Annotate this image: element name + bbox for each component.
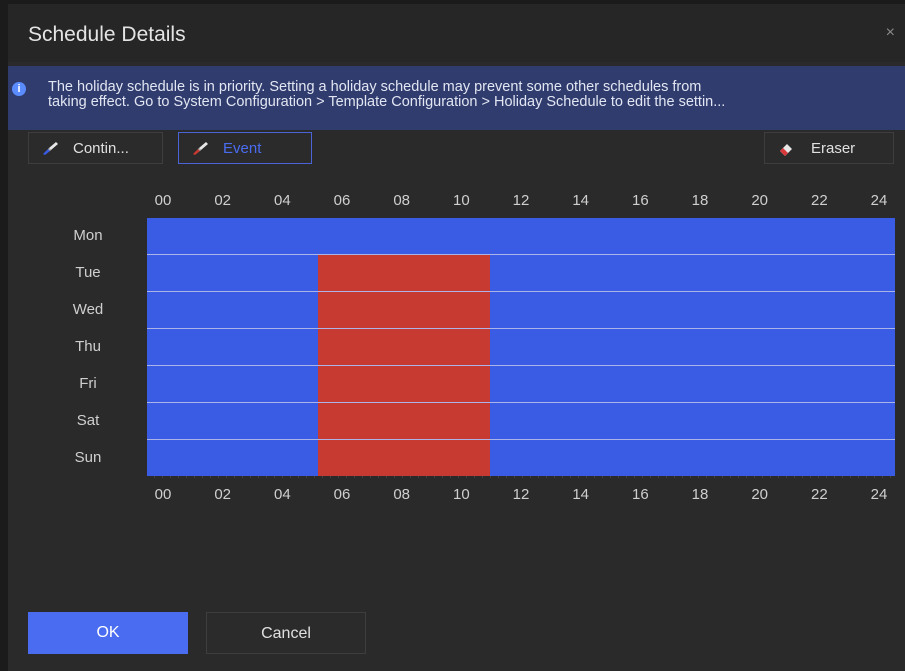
day-label-sat: Sat (76, 412, 100, 429)
banner-text-line-2: taking effect. Go to System Configuratio… (48, 94, 726, 110)
holiday-priority-banner: i The holiday schedule is in priority. S… (8, 66, 905, 130)
hour-tick-label: 24 (870, 192, 888, 209)
brush-icon (191, 140, 209, 156)
event-segment[interactable] (318, 329, 490, 365)
schedule-row-tue[interactable] (147, 255, 895, 291)
hour-tick-label: 12 (512, 192, 530, 209)
schedule-details-dialog: Schedule Details × i The holiday schedul… (8, 4, 905, 671)
hour-tick-label: 08 (393, 192, 410, 209)
hour-tick-label: 22 (810, 486, 828, 503)
hour-tick-label: 04 (273, 486, 291, 503)
close-icon[interactable]: × (886, 24, 895, 42)
hour-tick-label: 18 (691, 192, 709, 209)
day-label-thu: Thu (75, 338, 101, 355)
eraser-icon (777, 140, 795, 156)
schedule-row-fri[interactable] (147, 366, 895, 402)
schedule-row-sun[interactable] (147, 440, 895, 476)
hour-tick-label: 16 (631, 192, 649, 209)
hour-tick-label: 24 (870, 486, 888, 503)
day-label-sun: Sun (74, 449, 102, 466)
hour-tick-label: 06 (333, 486, 351, 503)
day-label-tue: Tue (75, 264, 101, 281)
dialog-title: Schedule Details (28, 23, 186, 46)
day-label-wed: Wed (72, 301, 104, 318)
event-segment[interactable] (318, 366, 490, 402)
hour-tick-label: 12 (512, 486, 530, 503)
schedule-row-thu[interactable] (147, 329, 895, 365)
hour-tick-label: 10 (452, 192, 470, 209)
continuous-tool-button[interactable]: Contin... (28, 132, 163, 164)
ok-button[interactable]: OK (28, 612, 188, 654)
row-divider (147, 291, 895, 292)
schedule-row-sat[interactable] (147, 403, 895, 439)
dialog-titlebar: Schedule Details × (8, 4, 905, 62)
hour-tick-label: 14 (572, 486, 589, 503)
event-tool-label: Event (223, 140, 262, 157)
event-tool-button[interactable]: Event (178, 132, 312, 164)
banner-text: The holiday schedule is in priority. Set… (48, 80, 888, 110)
eraser-tool-button[interactable]: Eraser (764, 132, 894, 164)
row-divider (147, 254, 895, 255)
hour-tick-label: 14 (572, 192, 589, 209)
day-label-fri: Fri (79, 375, 97, 392)
hour-tick-label: 16 (631, 486, 649, 503)
brush-icon (41, 140, 59, 156)
hour-tick-label: 18 (691, 486, 709, 503)
hour-tick-label: 10 (452, 486, 470, 503)
hour-tick-label: 08 (393, 486, 410, 503)
hour-tick-label: 22 (810, 192, 828, 209)
row-divider (147, 365, 895, 366)
row-divider (147, 402, 895, 403)
cancel-button[interactable]: Cancel (206, 612, 366, 654)
event-segment[interactable] (318, 403, 490, 439)
schedule-row-wed[interactable] (147, 292, 895, 328)
hour-tick-label: 20 (751, 486, 768, 503)
schedule-grid[interactable] (147, 218, 895, 478)
hour-tick-label: 00 (154, 486, 172, 503)
hour-tick-label: 06 (333, 192, 351, 209)
day-label-mon: Mon (73, 227, 103, 244)
banner-text-line-1: The holiday schedule is in priority. Set… (48, 79, 702, 95)
schedule-row-mon[interactable] (147, 218, 895, 254)
hour-tick-label: 02 (214, 192, 231, 209)
hour-axis-bottom: 00 02 04 06 08 10 12 14 16 18 20 22 24 (8, 486, 905, 506)
row-divider (147, 328, 895, 329)
event-segment[interactable] (318, 440, 490, 476)
hour-tick-label: 20 (751, 192, 768, 209)
hour-tick-label: 00 (154, 192, 172, 209)
event-segment[interactable] (318, 255, 490, 291)
hour-axis-top: 00 02 04 06 08 10 12 14 16 18 20 22 24 (8, 192, 905, 212)
row-divider (147, 439, 895, 440)
info-icon: i (12, 82, 26, 96)
event-segment[interactable] (318, 292, 490, 328)
hour-tick-label: 04 (273, 192, 291, 209)
hour-tick-label: 02 (214, 486, 231, 503)
continuous-tool-label: Contin... (73, 140, 129, 157)
eraser-tool-label: Eraser (811, 140, 856, 157)
